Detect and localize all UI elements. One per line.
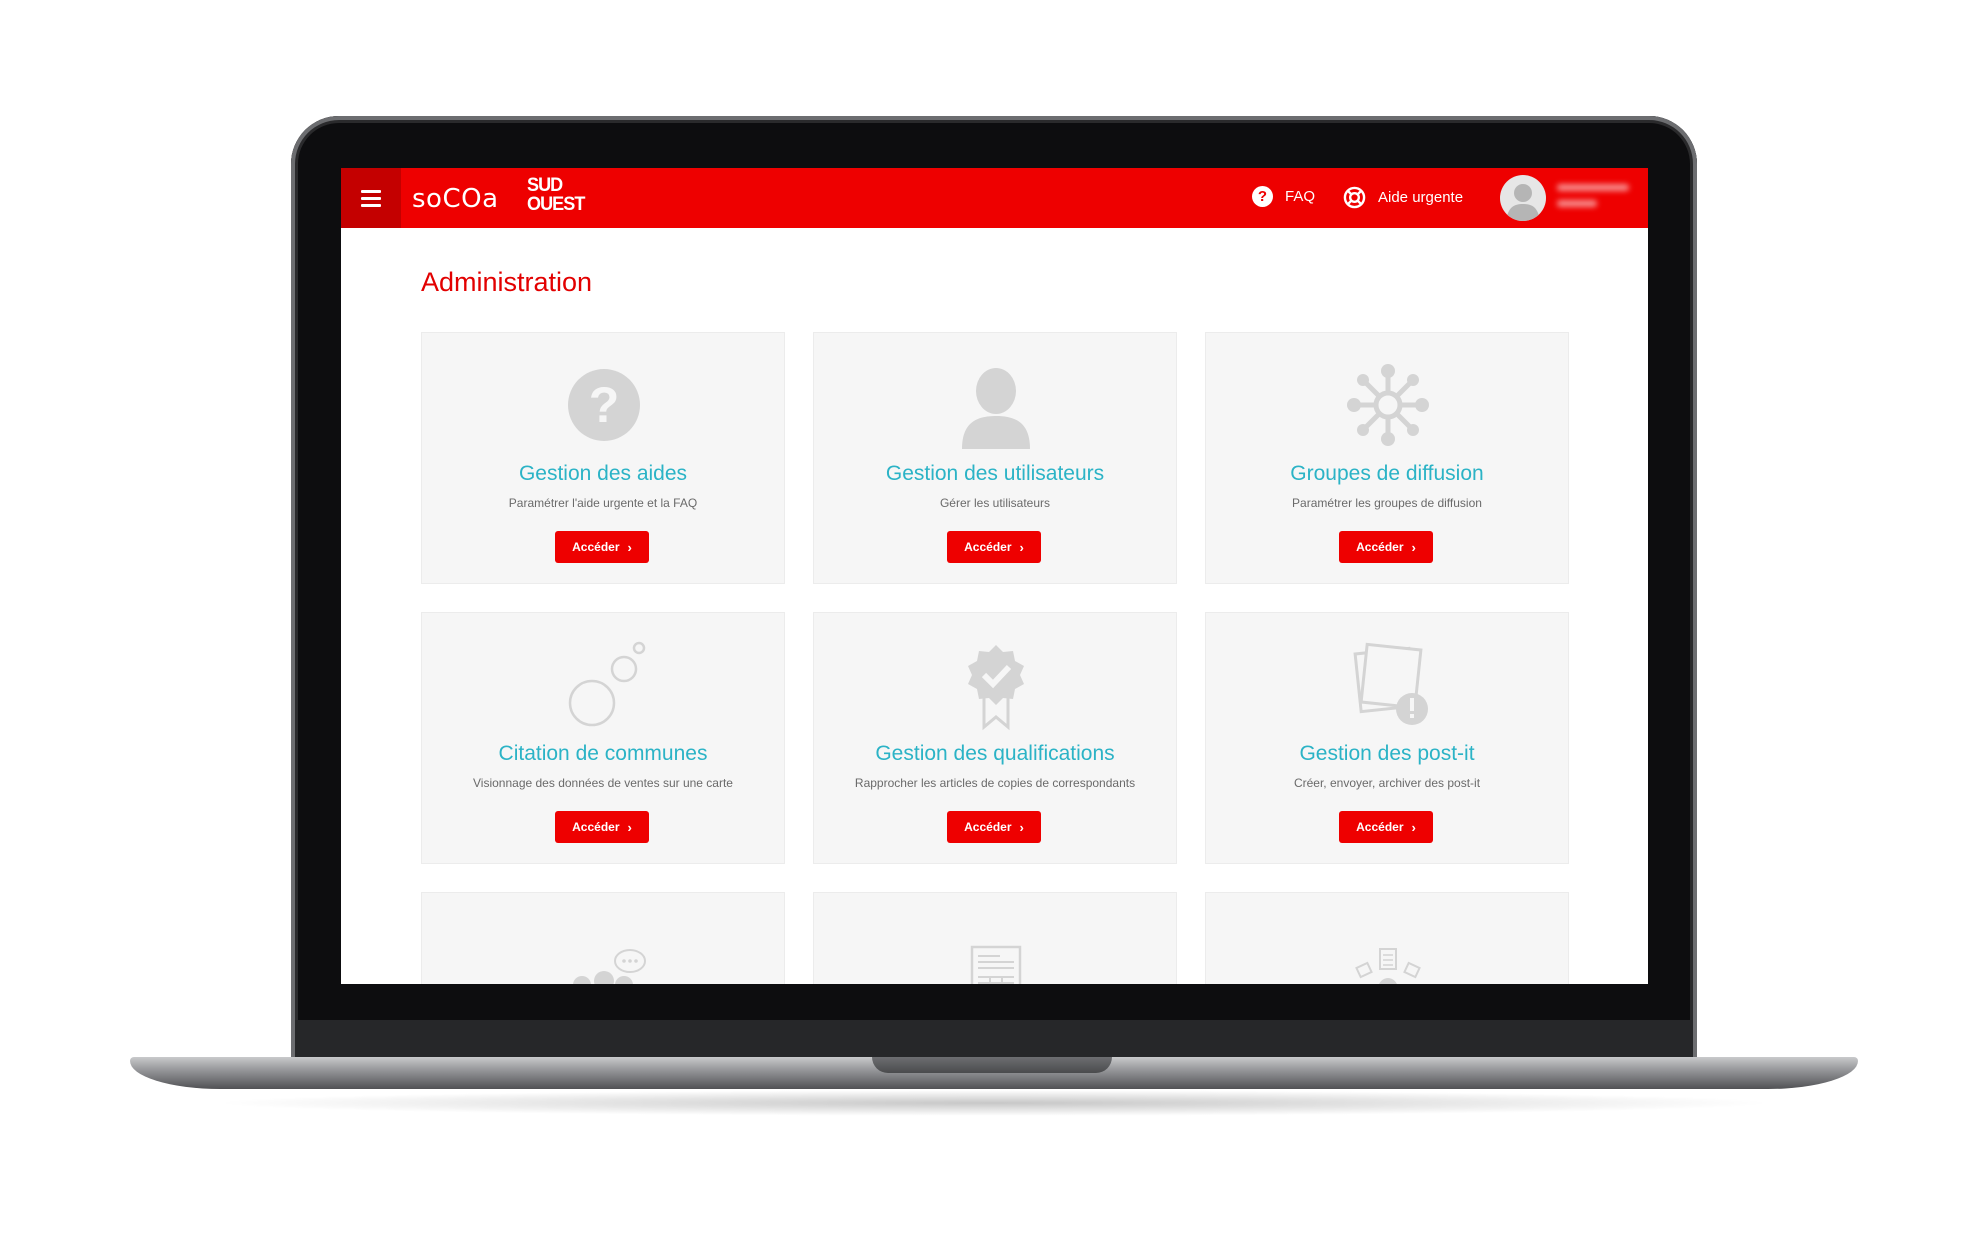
app-screen: soCOa SUD OUEST ? FAQ Aide urgente Admin…	[341, 168, 1648, 984]
page-title: Administration	[421, 267, 593, 297]
user-avatar-icon	[1506, 184, 1540, 221]
card-partial	[1205, 892, 1569, 984]
chevron-right-icon: ›	[1411, 819, 1416, 835]
acceder-button[interactable]: Accéder ›	[947, 811, 1041, 843]
user-name-blurred[interactable]	[1557, 178, 1633, 207]
sud-ouest-logo-line2: OUEST	[527, 194, 585, 215]
person-documents-icon	[1355, 948, 1421, 984]
card-title: Gestion des aides	[518, 462, 688, 485]
card-title: Gestion des utilisateurs	[885, 462, 1105, 485]
urgent-help-label: Aide urgente	[1378, 189, 1464, 206]
card-description: Paramétrer les groupes de diffusion	[1292, 496, 1482, 510]
laptop-notch	[872, 1057, 1112, 1073]
card-title: Gestion des qualifications	[875, 742, 1115, 765]
card-description: Créer, envoyer, archiver des post-it	[1293, 776, 1481, 790]
hamburger-menu-icon[interactable]	[341, 168, 401, 228]
acceder-button-label: Accéder	[964, 820, 1012, 834]
card-description: Rapprocher les articles de copies de cor…	[854, 776, 1136, 790]
acceder-button[interactable]: Accéder ›	[947, 531, 1041, 563]
card-description: Paramétrer l'aide urgente et la FAQ	[508, 496, 698, 510]
sud-ouest-logo[interactable]: SUD OUEST	[527, 175, 585, 215]
socoa-logo[interactable]: soCOa	[412, 184, 499, 214]
card-citation-de-communes: Citation de communes Visionnage des donn…	[421, 612, 785, 864]
card-partial	[421, 892, 785, 984]
urgent-help-link[interactable]: Aide urgente	[1343, 186, 1463, 209]
svg-text:?: ?	[589, 377, 620, 433]
acceder-button[interactable]: Accéder ›	[1339, 811, 1433, 843]
acceder-button-label: Accéder	[1356, 540, 1404, 554]
acceder-button-label: Accéder	[572, 540, 620, 554]
chevron-right-icon: ›	[627, 819, 632, 835]
acceder-button[interactable]: Accéder ›	[1339, 531, 1433, 563]
group-chat-icon	[573, 949, 646, 984]
question-circle-icon: ?	[1252, 186, 1273, 207]
post-it-icon	[1353, 642, 1428, 725]
chevron-right-icon: ›	[1019, 819, 1024, 835]
faq-label: FAQ	[1285, 188, 1316, 205]
document-table-icon	[970, 945, 1022, 984]
user-avatar[interactable]	[1500, 175, 1546, 221]
card-gestion-des-utilisateurs: Gestion des utilisateurs Gérer les utili…	[813, 332, 1177, 584]
network-icon	[1347, 364, 1429, 446]
card-title: Groupes de diffusion	[1290, 462, 1484, 485]
card-groupes-de-diffusion: Groupes de diffusion Paramétrer les grou…	[1205, 332, 1569, 584]
card-gestion-des-post-it: Gestion des post-it Créer, envoyer, arch…	[1205, 612, 1569, 864]
top-navigation-bar: soCOa SUD OUEST ? FAQ Aide urgente	[341, 168, 1648, 228]
sud-ouest-logo-line1: SUD	[527, 175, 563, 196]
admin-cards-grid: ? Gestion des aides Paramétrer l'aide ur…	[421, 332, 1571, 984]
acceder-button-label: Accéder	[964, 540, 1012, 554]
certified-badge-icon	[968, 645, 1024, 731]
laptop-shadow	[210, 1090, 1778, 1116]
bubbles-icon	[568, 641, 646, 727]
acceder-button[interactable]: Accéder ›	[555, 811, 649, 843]
laptop-bezel-bottom	[295, 1020, 1693, 1062]
user-icon	[962, 368, 1030, 449]
question-circle-icon: ?	[568, 369, 640, 441]
card-gestion-des-qualifications: Gestion des qualifications Rapprocher le…	[813, 612, 1177, 864]
lifebuoy-icon	[1343, 186, 1366, 209]
card-gestion-des-aides: ? Gestion des aides Paramétrer l'aide ur…	[421, 332, 785, 584]
acceder-button-label: Accéder	[1356, 820, 1404, 834]
acceder-button[interactable]: Accéder ›	[555, 531, 649, 563]
card-description: Visionnage des données de ventes sur une…	[473, 776, 733, 790]
card-partial	[813, 892, 1177, 984]
chevron-right-icon: ›	[1411, 539, 1416, 555]
card-description: Gérer les utilisateurs	[939, 496, 1051, 510]
chevron-right-icon: ›	[1019, 539, 1024, 555]
card-title: Citation de communes	[498, 742, 708, 765]
faq-link[interactable]: ? FAQ	[1252, 186, 1315, 207]
chevron-right-icon: ›	[627, 539, 632, 555]
card-title: Gestion des post-it	[1299, 742, 1475, 765]
acceder-button-label: Accéder	[572, 820, 620, 834]
